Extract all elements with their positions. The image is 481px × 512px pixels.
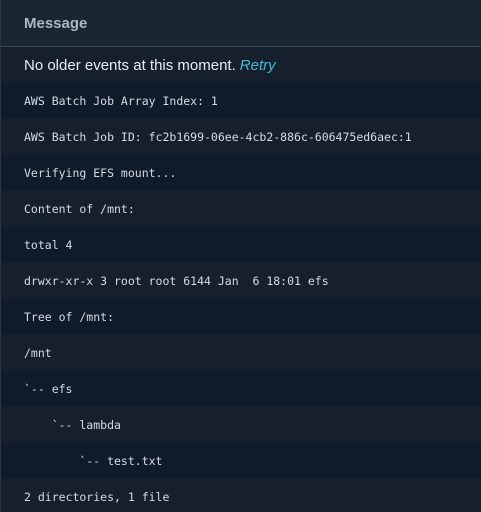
log-message: AWS Batch Job ID: fc2b1699-06ee-4cb2-886… xyxy=(24,130,412,144)
log-message: Verifying EFS mount... xyxy=(24,166,177,180)
log-row[interactable]: drwxr-xr-x 3 root root 6144 Jan 6 18:01 … xyxy=(1,263,481,299)
log-row[interactable]: 2 directories, 1 file xyxy=(1,479,481,512)
older-events-notice: No older events at this moment. Retry xyxy=(1,47,481,83)
log-message: Content of /mnt: xyxy=(24,202,135,216)
retry-link[interactable]: Retry xyxy=(240,57,276,74)
log-row[interactable]: `-- test.txt xyxy=(1,443,481,479)
log-row[interactable]: Tree of /mnt: xyxy=(1,299,481,335)
log-row[interactable]: Content of /mnt: xyxy=(1,191,481,227)
log-message: `-- test.txt xyxy=(24,454,163,468)
notice-text: No older events at this moment. xyxy=(24,56,236,74)
log-message: `-- efs xyxy=(24,382,73,396)
log-message: /mnt xyxy=(24,346,52,360)
log-row[interactable]: /mnt xyxy=(1,335,481,371)
log-message: AWS Batch Job Array Index: 1 xyxy=(24,94,218,108)
log-row[interactable]: `-- efs xyxy=(1,371,481,407)
log-row[interactable]: total 4 xyxy=(1,227,481,263)
log-message: total 4 xyxy=(24,238,73,252)
column-title: Message xyxy=(24,14,88,32)
log-row[interactable]: AWS Batch Job ID: fc2b1699-06ee-4cb2-886… xyxy=(1,119,481,155)
log-row[interactable]: AWS Batch Job Array Index: 1 xyxy=(1,83,481,119)
message-column-header[interactable]: Message xyxy=(1,0,481,47)
log-event-list: AWS Batch Job Array Index: 1 AWS Batch J… xyxy=(1,83,481,512)
log-message: Tree of /mnt: xyxy=(24,310,115,324)
log-row[interactable]: `-- lambda xyxy=(1,407,481,443)
log-message: `-- lambda xyxy=(24,418,121,432)
log-message: 2 directories, 1 file xyxy=(24,490,170,504)
log-message: drwxr-xr-x 3 root root 6144 Jan 6 18:01 … xyxy=(24,274,329,288)
log-row[interactable]: Verifying EFS mount... xyxy=(1,155,481,191)
log-events-panel: Message No older events at this moment. … xyxy=(0,0,481,512)
